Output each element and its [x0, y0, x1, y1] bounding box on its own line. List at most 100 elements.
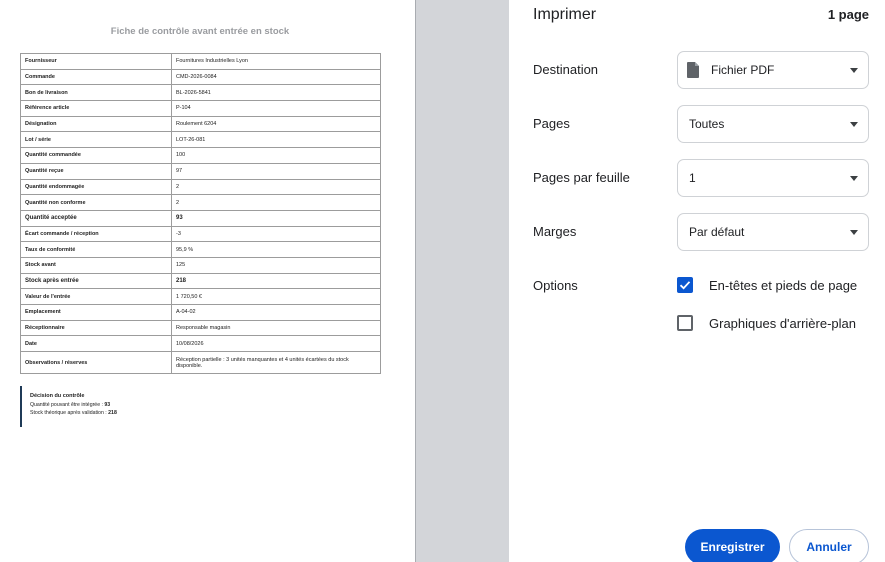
row-value: CMD-2026-0084 [171, 68, 381, 86]
decision-quantity-value: 93 [104, 402, 111, 408]
table-row: Désignation Roulement 6204 [20, 115, 381, 133]
row-value: 218 [171, 272, 381, 290]
row-value: Responsable magasin [171, 319, 381, 337]
table-row: Fournisseur Fournitures Industrielles Lyo… [20, 53, 381, 70]
pages-value: Toutes [689, 117, 725, 131]
table-row: Valeur de l'entrée 1 720,50 € [20, 288, 381, 305]
row-key: Stock après entrée [20, 272, 172, 290]
pages-per-sheet-value: 1 [689, 171, 696, 185]
file-icon [687, 62, 699, 78]
table-row: Taux de conformité 95,9 % [20, 241, 381, 258]
chevron-down-icon [850, 230, 858, 235]
row-key: Emplacement [20, 304, 172, 321]
table-row: Référence article P-104 [20, 100, 381, 117]
row-value: -3 [171, 225, 381, 243]
pages-per-sheet-label: Pages par feuille [533, 170, 630, 185]
table-row: Bon de livraison BL-2026-5841 [20, 84, 381, 102]
row-value: A-04-02 [171, 304, 381, 321]
table-row: Quantité commandée 100 [20, 147, 381, 164]
print-preview: Fiche de contrôle avant entrée en stock … [0, 0, 415, 562]
destination-select[interactable]: Fichier PDF [677, 51, 869, 89]
table-row: Écart commande / réception -3 [20, 225, 381, 243]
row-key: Commande [20, 68, 172, 86]
decision-line-stock: Stock théorique après validation : 218 [30, 410, 190, 416]
row-value: 2 [171, 194, 381, 211]
row-key: Quantité acceptée [20, 209, 172, 227]
row-key: Observations / réserves [20, 351, 172, 375]
background-graphics-checkbox[interactable] [677, 315, 693, 331]
row-key: Quantité non conforme [20, 194, 172, 211]
row-key: Bon de livraison [20, 84, 172, 102]
row-key: Quantité reçue [20, 162, 172, 180]
row-key: Écart commande / réception [20, 225, 172, 243]
row-key: Référence article [20, 100, 172, 117]
row-value: P-104 [171, 100, 381, 117]
row-key: Quantité endommagée [20, 178, 172, 196]
pages-select[interactable]: Toutes [677, 105, 869, 143]
table-row: Stock avant 125 [20, 256, 381, 274]
row-value: 97 [171, 162, 381, 180]
table-row: Quantité endommagée 2 [20, 178, 381, 196]
row-value: Roulement 6204 [171, 115, 381, 133]
row-key: Taux de conformité [20, 241, 172, 258]
print-settings-panel: Imprimer 1 page Destination Fichier PDF … [509, 0, 885, 562]
decision-stock-label: Stock théorique après validation : [30, 410, 107, 416]
page-count: 1 page [827, 7, 869, 22]
margins-value: Par défaut [689, 225, 745, 239]
headers-footers-label[interactable]: En-têtes et pieds de page [709, 278, 857, 293]
chevron-down-icon [850, 176, 858, 181]
decision-stock-value: 218 [108, 410, 117, 416]
control-table: Fournisseur Fournitures Industrielles Lyo… [20, 53, 381, 375]
table-row: Stock après entrée 218 [20, 272, 381, 290]
options-label: Options [533, 278, 578, 293]
table-row: Réceptionnaire Responsable magasin [20, 319, 381, 337]
decision-heading: Décision du contrôle [30, 393, 85, 399]
pages-per-sheet-select[interactable]: 1 [677, 159, 869, 197]
row-key: Réceptionnaire [20, 319, 172, 337]
row-value: 10/08/2026 [171, 335, 381, 353]
document-title: Fiche de contrôle avant entrée en stock [110, 26, 290, 37]
background-graphics-label[interactable]: Graphiques d'arrière-plan [709, 316, 856, 331]
headers-footers-checkbox[interactable] [677, 277, 693, 293]
row-value: 95,9 % [171, 241, 381, 258]
row-key: Valeur de l'entrée [20, 288, 172, 305]
table-row: Lot / série LOT-26-081 [20, 131, 381, 149]
row-key: Date [20, 335, 172, 353]
row-key: Fournisseur [20, 53, 172, 70]
print-dialog: Fiche de contrôle avant entrée en stock … [0, 0, 885, 562]
preview-scroll-gutter [415, 0, 509, 562]
checkmark-icon [679, 281, 691, 290]
margins-label: Marges [533, 224, 577, 239]
row-key: Quantité commandée [20, 147, 172, 164]
save-button[interactable]: Enregistrer [685, 529, 780, 562]
row-value: 93 [171, 209, 381, 227]
row-value: 1 720,50 € [171, 288, 381, 305]
decision-line-quantity: Quantité pouvant être intégrée : 93 [30, 402, 190, 408]
destination-label: Destination [533, 62, 599, 77]
pages-label: Pages [533, 116, 570, 131]
row-value: 2 [171, 178, 381, 196]
margins-select[interactable]: Par défaut [677, 213, 869, 251]
table-row: Commande CMD-2026-0084 [20, 68, 381, 86]
table-row: Quantité reçue 97 [20, 162, 381, 180]
decision-box: Décision du contrôle Quantité pouvant êt… [20, 386, 190, 427]
destination-value: Fichier PDF [711, 63, 775, 77]
table-row: Quantité non conforme 2 [20, 194, 381, 211]
chevron-down-icon [850, 68, 858, 73]
row-value: Réception partielle : 3 unités manquante… [171, 351, 381, 375]
table-row: Quantité acceptée 93 [20, 209, 381, 227]
row-value: Fournitures Industrielles Lyon [171, 53, 381, 70]
table-row: Emplacement A-04-02 [20, 304, 381, 321]
row-key: Lot / série [20, 131, 172, 149]
row-value: 125 [171, 256, 381, 274]
row-value: LOT-26-081 [171, 131, 381, 149]
table-row: Observations / réserves Réception partiel… [20, 351, 381, 375]
cancel-button[interactable]: Annuler [789, 529, 869, 562]
panel-title: Imprimer [533, 6, 597, 23]
row-value: BL-2026-5841 [171, 84, 381, 102]
row-value: 100 [171, 147, 381, 164]
decision-quantity-label: Quantité pouvant être intégrée : [30, 402, 103, 408]
row-key: Stock avant [20, 256, 172, 274]
row-key: Désignation [20, 115, 172, 133]
chevron-down-icon [850, 122, 858, 127]
